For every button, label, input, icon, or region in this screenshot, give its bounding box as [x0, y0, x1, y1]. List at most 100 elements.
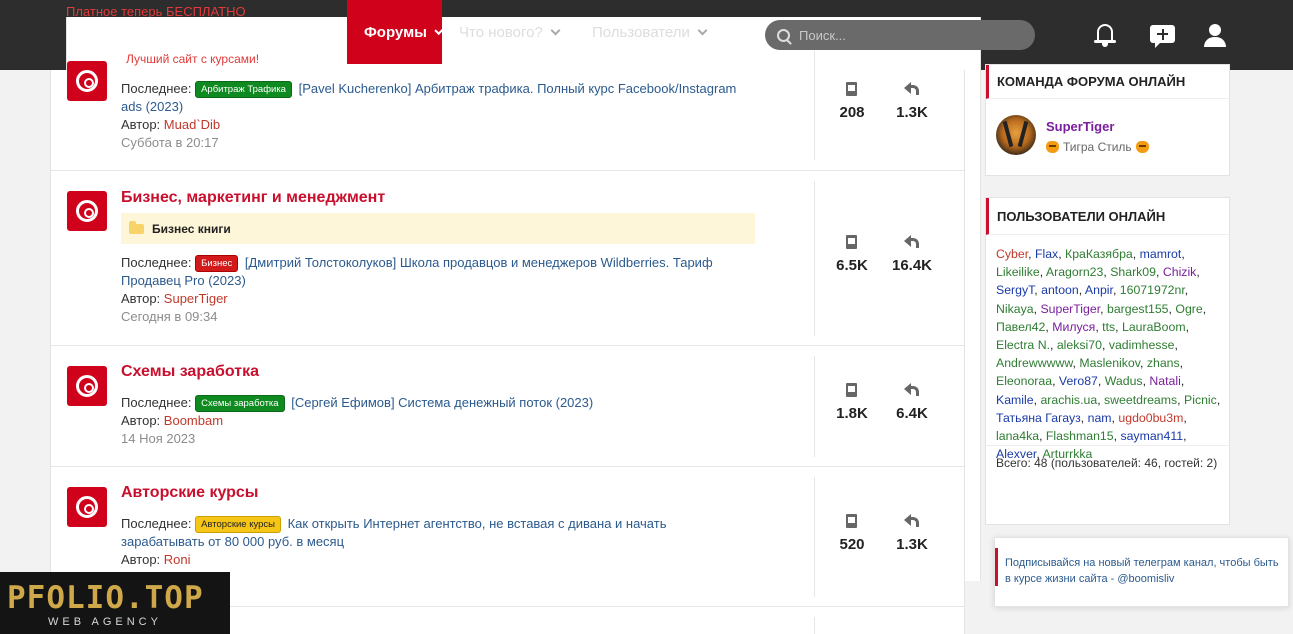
document-icon: [846, 235, 857, 249]
post-date[interactable]: 14 Ноя 2023: [121, 431, 195, 446]
messages-count: 1.3K: [896, 104, 928, 121]
messages-count: 1.3K: [896, 536, 928, 553]
staff-name[interactable]: SuperTiger: [1046, 119, 1114, 134]
online-user-link[interactable]: nam: [1088, 411, 1112, 425]
messages-stat: 1.3K: [887, 512, 937, 553]
forum-title[interactable]: Бизнес, маркетинг и менеджмент: [121, 189, 385, 207]
stats-divider: [814, 50, 815, 160]
online-user-link[interactable]: Anpir: [1085, 283, 1113, 297]
forum-icon[interactable]: [67, 487, 107, 527]
online-user-link[interactable]: ugdo0bu3m: [1118, 411, 1183, 425]
reply-icon: [904, 235, 920, 249]
online-user-link[interactable]: vadimhesse: [1109, 338, 1175, 352]
online-user-link[interactable]: zhans: [1147, 356, 1180, 370]
online-user-link[interactable]: Natali: [1149, 374, 1180, 388]
chevron-down-icon: [697, 25, 708, 36]
avatar[interactable]: [996, 115, 1036, 155]
online-user-link[interactable]: Aragorn23: [1046, 265, 1103, 279]
tiger-icon: [1135, 141, 1149, 153]
online-users-list: Cyber, Flax, КраКазябра, mamrot, Likeili…: [996, 247, 1221, 462]
online-user-link[interactable]: Wadus: [1105, 374, 1143, 388]
online-user-link[interactable]: lana4ka: [996, 429, 1039, 443]
online-user-link[interactable]: Maslenikov: [1079, 356, 1140, 370]
online-user-link[interactable]: Andrewwwww: [996, 356, 1073, 370]
online-user-link[interactable]: Likeilike: [996, 265, 1040, 279]
document-icon: [846, 82, 857, 96]
telegram-promo[interactable]: Подписывайся на новый телеграм канал, чт…: [994, 537, 1289, 607]
online-user-link[interactable]: Милуся: [1052, 320, 1095, 334]
reply-icon: [904, 82, 920, 96]
online-user-link[interactable]: Shark09: [1110, 265, 1156, 279]
online-user-link[interactable]: Nikaya: [996, 302, 1034, 316]
author-line: Автор: SuperTiger: [121, 291, 228, 306]
threads-stat: 208: [827, 80, 877, 121]
threads-count: 208: [839, 104, 865, 121]
author-name[interactable]: Boombam: [164, 413, 223, 428]
online-user-link[interactable]: tts: [1102, 320, 1115, 334]
online-user-link[interactable]: КраКазябра: [1065, 247, 1133, 261]
chat-plus-icon[interactable]: [1150, 22, 1176, 48]
online-user-link[interactable]: SuperTiger: [1040, 302, 1100, 316]
online-user-link[interactable]: Павел42: [996, 320, 1045, 334]
online-user-link[interactable]: sayman411: [1120, 429, 1183, 443]
online-user-link[interactable]: Picnic: [1184, 393, 1217, 407]
online-user-link[interactable]: Vero87: [1059, 374, 1098, 388]
online-user-link[interactable]: Flashman15: [1046, 429, 1114, 443]
messages-stat: 1.3K: [887, 80, 937, 121]
online-user-link[interactable]: Chizik: [1163, 265, 1196, 279]
threads-count: 6.5K: [836, 257, 868, 274]
author-name[interactable]: Roni: [164, 552, 191, 567]
staff-online-widget: КОМАНДА ФОРУМА ОНЛАЙН SuperTiger Тигра С…: [985, 64, 1230, 176]
user-icon[interactable]: [1203, 22, 1229, 48]
online-user-link[interactable]: Ogre: [1175, 302, 1202, 316]
online-user-link[interactable]: aleksi70: [1057, 338, 1102, 352]
forum-icon[interactable]: [67, 191, 107, 231]
forum-node: Схемы заработка Последнее: Схемы заработ…: [51, 346, 964, 467]
prefix-badge[interactable]: Арбитраж Трафика: [195, 81, 292, 98]
last-post: Последнее: Бизнес [Дмитрий Толстоколуков…: [121, 254, 751, 326]
forum-node: Бизнес, маркетинг и менеджмент Бизнес кн…: [51, 171, 964, 346]
last-post-label: Последнее:: [121, 81, 192, 96]
subforum-link[interactable]: Бизнес книги: [121, 213, 755, 244]
author-name[interactable]: SuperTiger: [164, 291, 228, 306]
author-line: Автор: Boombam: [121, 413, 223, 428]
threads-stat: 520: [827, 512, 877, 553]
threads-stat: 6.5K: [827, 233, 877, 274]
online-user-link[interactable]: sweetdreams: [1104, 393, 1177, 407]
online-user-link[interactable]: Cyber: [996, 247, 1028, 261]
watermark-subtitle: WEB AGENCY: [48, 616, 162, 628]
online-user-link[interactable]: SergyT: [996, 283, 1034, 297]
threads-count: 1.8K: [836, 405, 868, 422]
members-online-widget: ПОЛЬЗОВАТЕЛИ ОНЛАЙН Cyber, Flax, КраКазя…: [985, 197, 1230, 525]
prefix-badge[interactable]: Схемы заработка: [195, 395, 285, 412]
online-user-link[interactable]: Татьяна Гагауз: [996, 411, 1081, 425]
post-date[interactable]: Суббота в 20:17: [121, 135, 219, 150]
reply-icon: [904, 514, 920, 528]
online-user-link[interactable]: Electra N.: [996, 338, 1050, 352]
forum-icon[interactable]: [67, 61, 107, 101]
online-user-link[interactable]: bargest155: [1107, 302, 1169, 316]
stats-divider: [814, 617, 815, 634]
post-date[interactable]: Сегодня в 09:34: [121, 309, 217, 324]
online-user-link[interactable]: LauraBoom: [1122, 320, 1186, 334]
online-user-link[interactable]: Kamile: [996, 393, 1034, 407]
author-name[interactable]: Muad`Dib: [164, 117, 220, 132]
last-thread-link[interactable]: [Сергей Ефимов] Система денежный поток (…: [291, 395, 593, 410]
prefix-badge[interactable]: Авторские курсы: [195, 516, 281, 533]
online-user-link[interactable]: 16071972nr: [1120, 283, 1185, 297]
prefix-badge[interactable]: Бизнес: [195, 255, 239, 272]
forum-title[interactable]: Схемы заработка: [121, 363, 259, 381]
online-user-link[interactable]: arachis.ua: [1040, 393, 1097, 407]
stats-divider: [814, 477, 815, 597]
online-user-link[interactable]: antoon: [1041, 283, 1079, 297]
online-user-link[interactable]: Flax: [1035, 247, 1058, 261]
online-user-link[interactable]: mamrot: [1140, 247, 1182, 261]
promo-text[interactable]: Подписывайся на новый телеграм канал, чт…: [1005, 555, 1285, 587]
forum-title[interactable]: Авторские курсы: [121, 484, 258, 502]
forum-icon[interactable]: [67, 366, 107, 406]
bell-icon[interactable]: [1093, 22, 1119, 48]
subforum-label: Бизнес книги: [152, 221, 231, 236]
staff-role: Тигра Стиль: [1046, 140, 1149, 154]
online-user-link[interactable]: Eleonoraa: [996, 374, 1052, 388]
widget-title: ПОЛЬЗОВАТЕЛИ ОНЛАЙН: [986, 198, 1229, 235]
